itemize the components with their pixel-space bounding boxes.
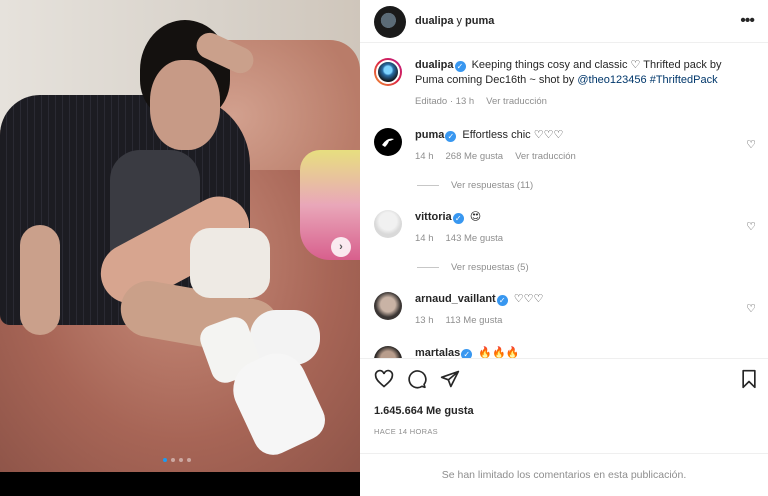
view-replies-label: Ver respuestas (5): [451, 262, 529, 273]
post-side-panel: dualipa y puma ••• dualipa ✓ Keeping thin…: [360, 0, 768, 496]
verified-icon: ✓: [452, 213, 464, 224]
carousel-dot: [187, 458, 191, 462]
owner-avatar[interactable]: [374, 6, 406, 38]
post-timestamp: HACE 14 HORAS: [374, 427, 438, 436]
verified-icon: ✓: [454, 61, 466, 72]
comment-text: Effortless chic ♡♡♡: [462, 129, 564, 141]
verified-icon: ✓: [496, 295, 508, 306]
heart-icon[interactable]: ♡: [746, 138, 756, 151]
post-modal: › dualipa y puma ••• dualipa ✓ Keeping t…: [0, 0, 768, 496]
chevron-right-icon: ›: [339, 241, 343, 253]
comment-text: ♡♡♡: [513, 293, 544, 305]
heart-icon[interactable]: ♡: [746, 302, 756, 315]
view-replies-label: Ver respuestas (11): [451, 180, 534, 191]
mention-link[interactable]: @theo123456: [577, 74, 646, 86]
carousel-dot: [163, 458, 167, 462]
post-header: dualipa y puma •••: [360, 0, 768, 43]
carousel-next-button[interactable]: ›: [331, 237, 351, 257]
comment-avatar[interactable]: [374, 292, 402, 320]
comments-limited-notice: Se han limitado los comentarios en esta …: [360, 453, 768, 496]
bookmark-icon[interactable]: [740, 369, 758, 392]
carousel-dot: [171, 458, 175, 462]
carousel-dots: [163, 458, 191, 462]
comment-time: 14 h: [415, 151, 434, 162]
heart-icon[interactable]: ♡: [746, 220, 756, 233]
photo-blanket: [300, 150, 360, 260]
puma-logo-icon: [382, 138, 394, 147]
post-actions: 1.645.664 Me gusta HACE 14 HORAS: [360, 358, 768, 453]
caption-edited: Editado · 13 h: [415, 96, 475, 107]
heart-icon[interactable]: [374, 369, 394, 392]
comment-likes[interactable]: 143 Me gusta: [446, 231, 504, 246]
photo-arm: [20, 225, 60, 335]
post-photo: ›: [0, 0, 360, 472]
comment-likes[interactable]: 268 Me gusta: [446, 149, 504, 164]
share-icon[interactable]: [440, 369, 460, 392]
carousel-dot: [179, 458, 183, 462]
photo-face: [150, 60, 220, 150]
collaborator-link[interactable]: puma: [465, 15, 494, 27]
owner-link[interactable]: dualipa: [415, 15, 454, 27]
comment-time: 14 h: [415, 233, 434, 244]
caption-username[interactable]: dualipa: [415, 59, 454, 71]
comment-username[interactable]: puma: [415, 129, 444, 141]
comment-avatar[interactable]: [374, 128, 402, 156]
comment-likes[interactable]: 113 Me gusta: [446, 313, 503, 328]
translate-link[interactable]: Ver traducción: [486, 94, 547, 109]
comment-time: 13 h: [415, 315, 434, 326]
likes-count[interactable]: 1.645.664 Me gusta: [374, 405, 474, 417]
comment-avatar[interactable]: [374, 210, 402, 238]
comment-icon[interactable]: [407, 369, 427, 392]
view-replies-button[interactable]: Ver respuestas (5): [417, 262, 529, 273]
ellipsis-icon[interactable]: •••: [740, 12, 755, 30]
comment-username[interactable]: arnaud_vaillant: [415, 293, 496, 305]
translate-link[interactable]: Ver traducción: [515, 149, 576, 164]
photo-shorts: [190, 228, 270, 298]
comment-username[interactable]: vittoria: [415, 211, 452, 223]
comments-list[interactable]: dualipa ✓ Keeping things cosy and classic…: [360, 44, 768, 359]
comment-text: 😍: [469, 211, 482, 223]
caption-avatar[interactable]: [374, 58, 402, 86]
owner-joiner: y: [456, 15, 463, 27]
post-owners: dualipa y puma: [415, 15, 494, 27]
verified-icon: ✓: [445, 131, 457, 142]
view-replies-button[interactable]: Ver respuestas (11): [417, 180, 533, 191]
hashtag-link[interactable]: #ThriftedPack: [650, 74, 718, 86]
